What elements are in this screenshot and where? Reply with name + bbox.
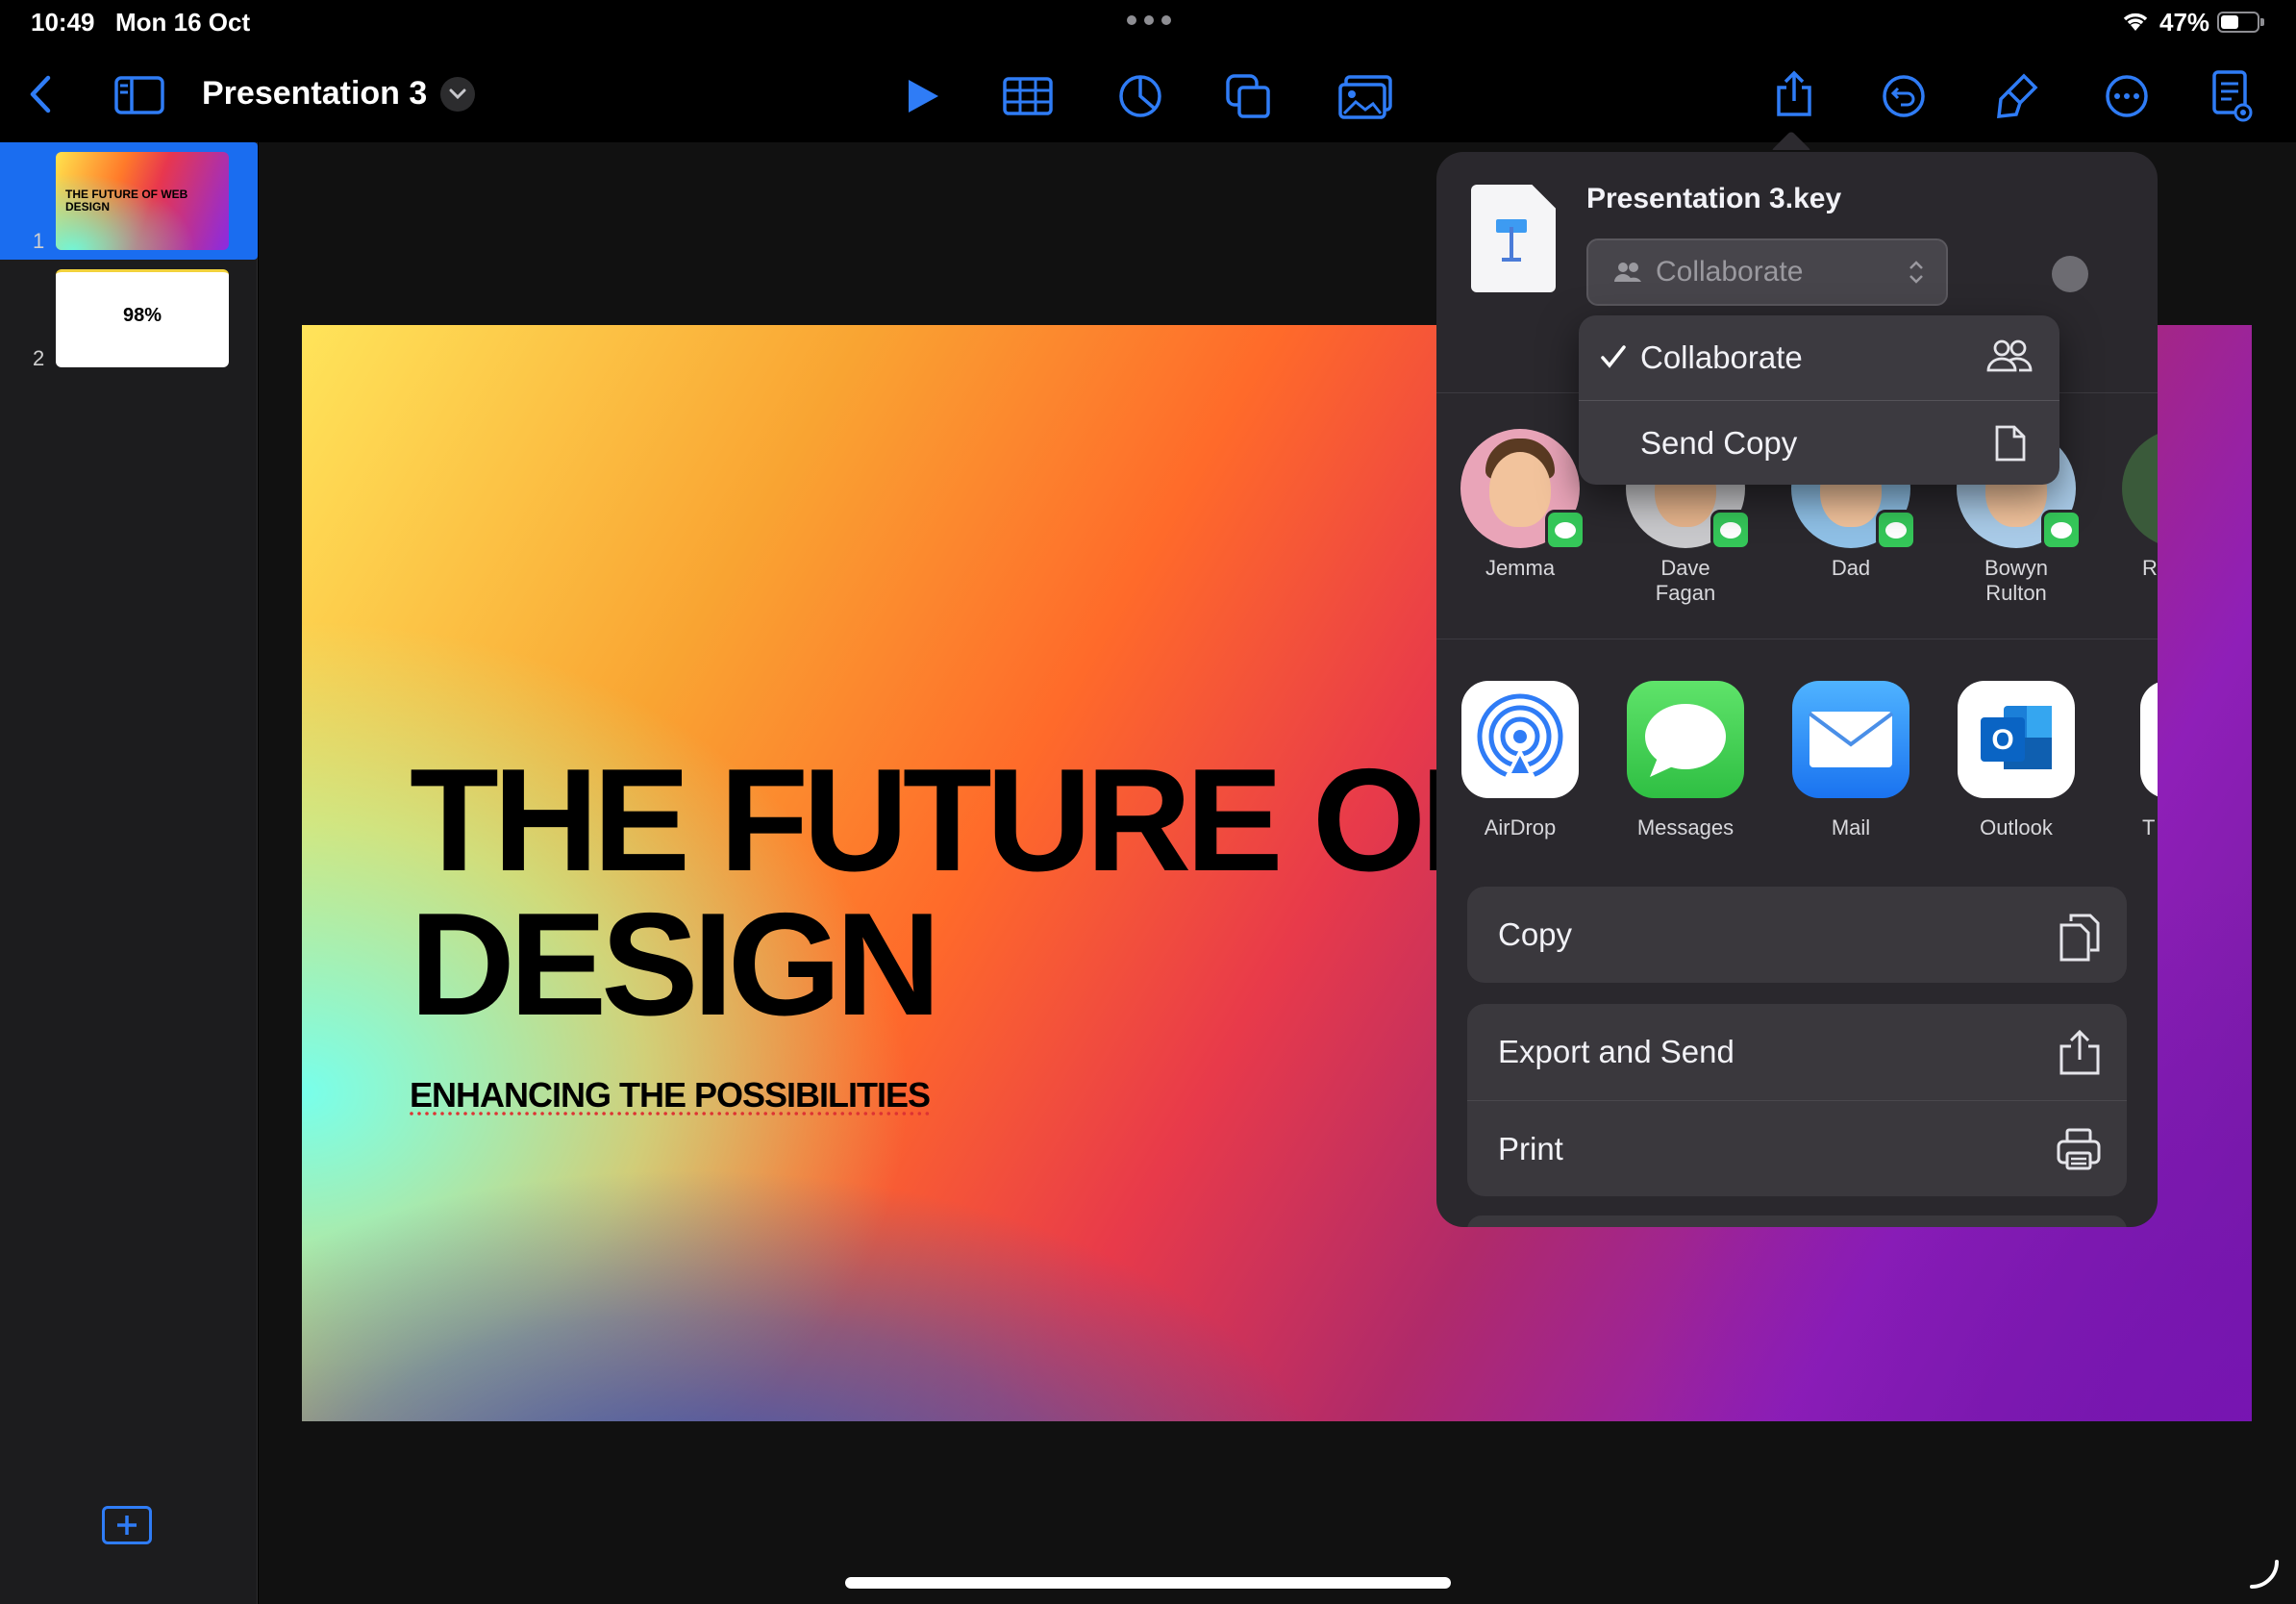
messages-icon	[1627, 681, 1744, 798]
person-name: Bowyn Rulton	[1984, 556, 2049, 605]
person-name: Dave Fagan	[1655, 556, 1716, 605]
app-mail[interactable]: Mail	[1779, 681, 1923, 840]
back-icon[interactable]	[21, 71, 60, 117]
slide-thumbnail-1[interactable]: 1 THE FUTURE OF WEB DESIGN	[0, 142, 258, 260]
share-mode-select[interactable]: Collaborate	[1586, 238, 1948, 306]
options-toggle[interactable]	[2052, 256, 2088, 292]
person-partial[interactable]: R	[2109, 429, 2158, 581]
export-and-send-action[interactable]: Export and Send	[1467, 1004, 2127, 1100]
undo-icon[interactable]	[1881, 73, 1927, 119]
play-icon[interactable]	[902, 75, 944, 117]
shapes-icon[interactable]	[1225, 73, 1273, 121]
battery-icon	[2217, 12, 2264, 33]
checkmark-icon	[1601, 345, 1626, 368]
person-name: Dad	[1831, 556, 1871, 580]
popover-arrow	[1771, 129, 1813, 150]
slide-number: 2	[33, 346, 45, 370]
status-time: 10:49	[31, 8, 95, 37]
export-icon	[2059, 1029, 2100, 1075]
battery-percent: 47%	[2159, 8, 2210, 37]
toolbar: Presentation 3	[0, 46, 2296, 142]
format-brush-icon[interactable]	[1994, 71, 2040, 121]
menu-item-collaborate[interactable]: Collaborate	[1579, 315, 2059, 400]
outlook-icon: O	[1958, 681, 2075, 798]
messages-badge-icon	[1876, 510, 1916, 550]
app-label: Outlook	[1980, 815, 2053, 840]
person-jemma[interactable]: Jemma	[1448, 429, 1592, 581]
export-and-send-label: Export and Send	[1498, 1034, 1734, 1069]
people-icon	[1986, 339, 2033, 372]
slide-thumbnail-image: 98%	[56, 269, 229, 367]
share-icon[interactable]	[1773, 69, 1815, 119]
more-options-icon[interactable]	[2104, 73, 2150, 119]
share-apps: AirDrop Messages Mail O Outlook T	[1436, 639, 2158, 860]
app-label: AirDrop	[1484, 815, 1557, 840]
airdrop-icon	[1461, 681, 1579, 798]
presenter-notes-icon[interactable]	[2209, 69, 2254, 123]
thumbnail-title: 98%	[122, 305, 162, 326]
document-title[interactable]: Presentation 3	[202, 75, 427, 113]
wifi-icon	[2123, 13, 2148, 31]
app-label: Mail	[1831, 815, 1871, 840]
title-menu-chevron-icon[interactable]	[440, 77, 475, 112]
messages-badge-icon	[2041, 510, 2082, 550]
app-label: Messages	[1636, 815, 1734, 840]
share-mode-value: Collaborate	[1656, 256, 1804, 288]
multitasking-dots[interactable]	[1127, 15, 1171, 25]
avatar	[1460, 429, 1585, 550]
slide-subtitle[interactable]: ENHANCING THE POSSIBILITIES	[410, 1075, 931, 1115]
people-icon	[1614, 263, 1641, 282]
person-name: R	[2142, 556, 2158, 580]
printer-icon	[2057, 1128, 2101, 1170]
home-indicator[interactable]	[845, 1577, 1451, 1589]
share-mode-menu: Collaborate Send Copy	[1579, 315, 2059, 485]
messages-badge-icon	[1545, 510, 1585, 550]
sidebar-toggle-icon[interactable]	[113, 75, 165, 115]
slide-thumbnail-image: THE FUTURE OF WEB DESIGN	[56, 152, 229, 250]
media-icon[interactable]	[1338, 73, 1392, 121]
keynote-file-icon	[1471, 185, 1556, 292]
table-icon[interactable]	[1002, 75, 1054, 117]
app-label: T	[2142, 815, 2156, 840]
share-sheet: Presentation 3.key Collaborate Jemma Dav…	[1436, 152, 2158, 1227]
document-icon	[1995, 425, 2026, 462]
app-airdrop[interactable]: AirDrop	[1448, 681, 1592, 840]
slide-navigator: 1 THE FUTURE OF WEB DESIGN 2 98%	[0, 142, 258, 1604]
app-messages[interactable]: Messages	[1613, 681, 1758, 840]
chart-icon[interactable]	[1117, 73, 1163, 119]
add-slide-button[interactable]	[102, 1506, 152, 1544]
copy-icon	[2059, 914, 2100, 962]
thumbnail-title: THE FUTURE OF WEB DESIGN	[65, 188, 188, 213]
app-outlook[interactable]: O Outlook	[1944, 681, 2088, 840]
mail-icon	[1792, 681, 1909, 798]
export-print-group: Export and Send Print	[1467, 1004, 2127, 1196]
teams-icon	[2140, 681, 2158, 798]
more-actions-group	[1467, 1216, 2127, 1227]
menu-item-send-copy[interactable]: Send Copy	[1579, 400, 2059, 485]
chevron-updown-icon	[1909, 261, 1923, 284]
resize-corner-icon[interactable]	[2248, 1558, 2281, 1591]
copy-label: Copy	[1498, 916, 1573, 952]
copy-action[interactable]: Copy	[1467, 887, 2127, 983]
svg-text:O: O	[1991, 724, 2013, 756]
print-label: Print	[1498, 1130, 1563, 1166]
status-date: Mon 16 Oct	[115, 8, 251, 37]
file-name: Presentation 3.key	[1586, 183, 1842, 214]
menu-item-label: Collaborate	[1640, 339, 1803, 375]
app-partial[interactable]: T	[2109, 681, 2158, 840]
messages-badge-icon	[1710, 510, 1751, 550]
status-bar: 10:49 Mon 16 Oct 47%	[0, 0, 2296, 46]
slide-thumbnail-2[interactable]: 2 98%	[0, 260, 258, 377]
print-action[interactable]: Print	[1467, 1100, 2127, 1196]
copy-group: Copy	[1467, 887, 2127, 983]
slide-number: 1	[33, 229, 45, 253]
avatar	[2122, 429, 2158, 548]
menu-item-label: Send Copy	[1640, 424, 1798, 461]
person-name: Jemma	[1485, 556, 1556, 580]
